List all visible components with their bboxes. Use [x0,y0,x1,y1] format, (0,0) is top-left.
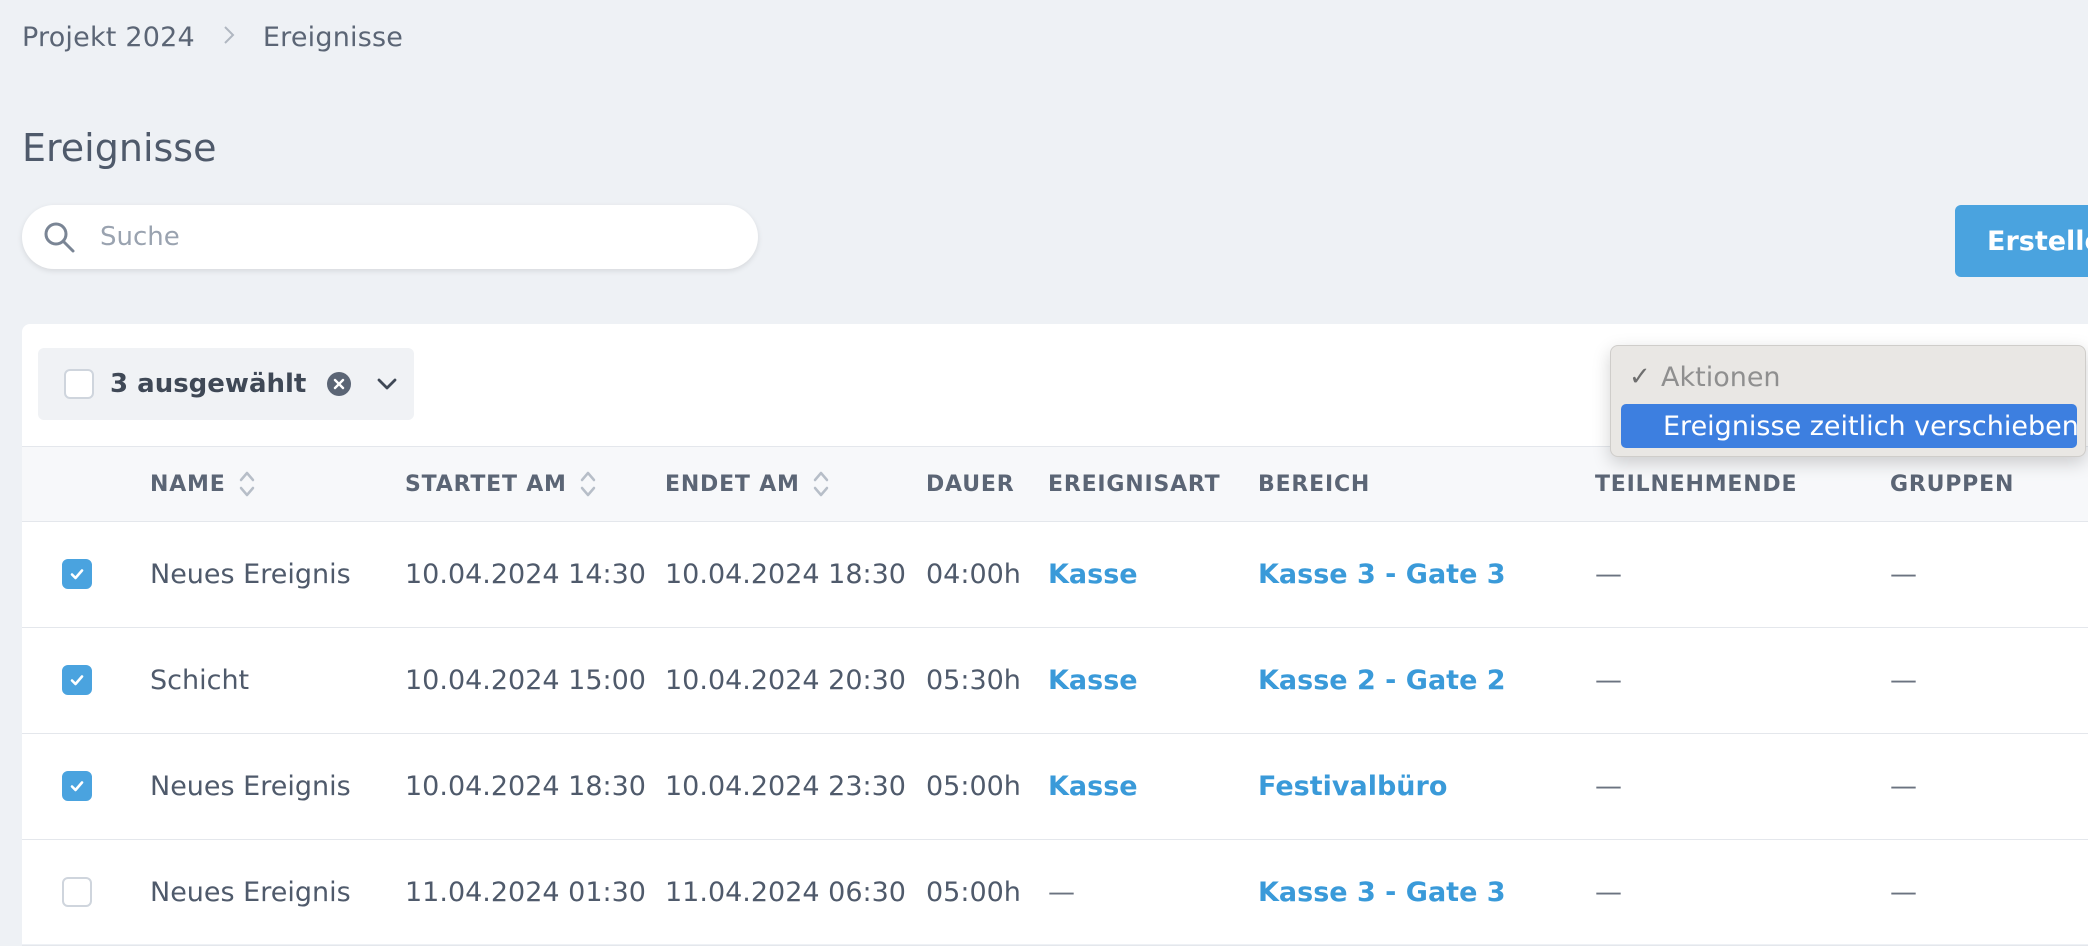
row-groups: — [1890,664,1917,696]
checkmark-icon [70,569,84,580]
row-participants: — [1595,558,1622,590]
row-groups: — [1890,770,1917,802]
column-header-end[interactable]: ENDET AM [665,447,830,521]
column-header-groups: GRUPPEN [1890,471,2015,497]
row-checkbox[interactable] [62,559,92,589]
row-groups: — [1890,876,1917,908]
row-participants: — [1595,770,1622,802]
row-name: Neues Ereignis [150,876,351,908]
row-duration: 05:30h [926,664,1021,696]
checkmark-icon: ✓ [1629,362,1651,392]
clear-selection-icon[interactable] [326,371,352,397]
breadcrumb-current: Ereignisse [262,22,404,53]
checkmark-icon [70,781,84,792]
table-row[interactable]: Schicht 10.04.2024 15:00 10.04.2024 20:3… [22,627,2088,734]
sort-icon[interactable] [812,469,830,499]
shift-events-option[interactable]: Ereignisse zeitlich verschieben [1621,404,2079,448]
row-start: 10.04.2024 15:00 [405,664,646,696]
row-type-link[interactable]: Kasse [1048,521,1138,627]
column-header-area: BEREICH [1258,471,1371,497]
row-name: Neues Ereignis [150,770,351,802]
row-duration: 05:00h [926,770,1021,802]
column-header-label: ENDET AM [665,471,800,497]
column-header-name[interactable]: NAME [150,447,256,521]
row-checkbox[interactable] [62,665,92,695]
breadcrumb-project-link[interactable]: Projekt 2024 [22,22,195,53]
row-participants: — [1595,664,1622,696]
breadcrumb: Projekt 2024 Ereignisse [22,22,403,53]
select-all-checkbox[interactable] [64,369,94,399]
table-header: NAME STARTET AM ENDET AM DAUER EREIGNISA… [22,446,2088,522]
row-start: 10.04.2024 18:30 [405,770,646,802]
search-icon [44,222,75,253]
column-header-participants: TEILNEHMENDE [1595,471,1798,497]
table-row[interactable]: Neues Ereignis 11.04.2024 01:30 11.04.20… [22,839,2088,946]
checkmark-icon [70,675,84,686]
row-area-link[interactable]: Festivalbüro [1258,733,1447,839]
chevron-down-icon[interactable] [374,371,400,397]
sort-icon[interactable] [238,469,256,499]
page-title: Ereignisse [22,126,217,170]
row-end: 10.04.2024 18:30 [665,558,906,590]
row-name: Neues Ereignis [150,558,351,590]
column-header-label: NAME [150,471,226,497]
actions-dropdown[interactable]: ✓ Aktionen Ereignisse zeitlich verschieb… [1610,345,2086,457]
column-header-duration: DAUER [926,471,1015,497]
row-start: 11.04.2024 01:30 [405,876,646,908]
bulk-selection-bar: 3 ausgewählt [38,348,414,420]
row-area-link[interactable]: Kasse 3 - Gate 3 [1258,839,1506,945]
row-end: 10.04.2024 23:30 [665,770,906,802]
row-duration: 04:00h [926,558,1021,590]
row-area-link[interactable]: Kasse 3 - Gate 3 [1258,521,1506,627]
column-header-type: EREIGNISART [1048,471,1221,497]
row-duration: 05:00h [926,876,1021,908]
row-checkbox[interactable] [62,771,92,801]
row-type-link[interactable]: Kasse [1048,733,1138,839]
row-participants: — [1595,876,1622,908]
column-header-label: STARTET AM [405,471,567,497]
sort-icon[interactable] [579,469,597,499]
row-groups: — [1890,558,1917,590]
table-row[interactable]: Neues Ereignis 10.04.2024 18:30 10.04.20… [22,733,2088,840]
actions-dropdown-header[interactable]: ✓ Aktionen [1629,358,1781,396]
search-input[interactable] [98,221,702,253]
row-end: 11.04.2024 06:30 [665,876,906,908]
row-type: — [1048,876,1075,908]
row-type-link[interactable]: Kasse [1048,627,1138,733]
row-name: Schicht [150,664,250,696]
row-area-link[interactable]: Kasse 2 - Gate 2 [1258,627,1506,733]
actions-dropdown-header-label: Aktionen [1661,361,1781,393]
row-checkbox[interactable] [62,877,92,907]
create-button[interactable]: Erstellen [1955,205,2088,277]
search-box[interactable] [22,205,758,269]
table-row[interactable]: Neues Ereignis 10.04.2024 14:30 10.04.20… [22,521,2088,628]
row-end: 10.04.2024 20:30 [665,664,906,696]
chevron-right-icon [213,23,245,53]
selected-count: 3 ausgewählt [110,369,307,399]
column-header-start[interactable]: STARTET AM [405,447,597,521]
row-start: 10.04.2024 14:30 [405,558,646,590]
